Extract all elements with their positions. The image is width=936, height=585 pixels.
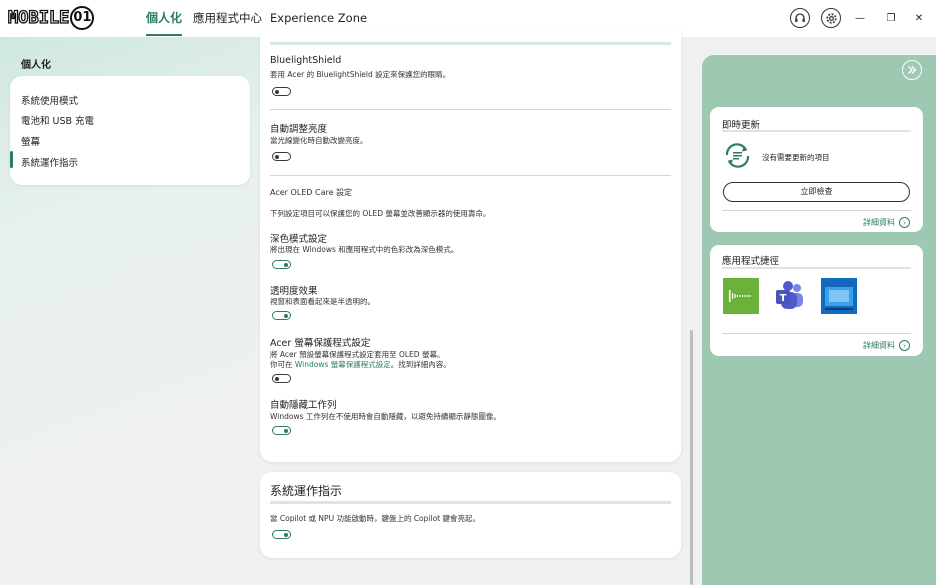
system-indicator-card: 系統運作指示 當 Copilot 或 NPU 功能啟動時，鍵盤上的 Copilo… (260, 472, 681, 558)
setting-desc-transparency: 視窗和表面看起來是半透明的。 (270, 297, 375, 306)
bluelight-toggle[interactable] (272, 87, 291, 96)
sidebar-nav: 系統使用模式 電池和 USB 充電 螢幕 系統運作指示 (9, 76, 250, 185)
sidebar-item-display[interactable]: 螢幕 (21, 134, 40, 148)
card-divider (722, 130, 911, 132)
divider (270, 175, 671, 176)
sidebar-title: 個人化 (21, 60, 51, 71)
setting-desc-auto-brightness: 當光線變化時自動改變亮度。 (270, 136, 368, 145)
screensaver-toggle[interactable] (272, 374, 291, 383)
details-link-label: 詳細資料 (863, 341, 895, 350)
setting-title-bluelight: BluelightShield (270, 55, 342, 66)
settings-card: BluelightShield 套用 Acer 的 BluelightShiel… (260, 30, 681, 462)
chevron-right-icon: › (899, 340, 910, 351)
update-status-text: 沒有需要更新的項目 (762, 153, 830, 162)
setting-desc-bluelight: 套用 Acer 的 BluelightShield 設定來保護您的眼睛。 (270, 70, 451, 79)
tab-personalization[interactable]: 個人化 (146, 0, 183, 37)
chevron-right-icon: › (899, 217, 910, 228)
toggle-knob (284, 262, 288, 267)
card-header-divider (270, 42, 671, 45)
setting-desc-dark-mode: 將出現在 Windows 和應用程式中的色彩改為深色模式。 (270, 245, 459, 254)
toggle-knob (275, 89, 279, 94)
toggle-knob (275, 376, 279, 381)
section-title-system-indicator: 系統運作指示 (270, 484, 343, 498)
setting-desc-screensaver-link-line: 你可在 Windows 螢幕保護程式設定。找到詳細內容。 (270, 359, 451, 370)
collapse-panel-icon[interactable] (902, 60, 922, 80)
update-card: 即時更新 沒有需要更新的項目 立即檢查 詳細資料 › (710, 107, 923, 232)
logo-ring: 01 (70, 6, 95, 30)
setting-title-screensaver: Acer 螢幕保護程式設定 (270, 338, 371, 349)
check-now-button[interactable]: 立即檢查 (723, 182, 910, 202)
scrollbar[interactable] (690, 330, 693, 585)
tab-app-center[interactable]: 應用程式中心 (193, 0, 262, 37)
auto-brightness-toggle[interactable] (272, 152, 291, 161)
details-link-label: 詳細資料 (863, 218, 895, 227)
audio-app-icon[interactable] (723, 278, 759, 314)
card-divider (722, 210, 911, 211)
card-divider (722, 267, 911, 269)
headset-icon[interactable] (790, 8, 810, 28)
update-sync-icon (722, 142, 753, 169)
logo-text: MOBILE (7, 7, 70, 28)
card-divider (722, 333, 911, 334)
screensaver-desc-prefix: 你可在 (270, 360, 293, 369)
autohide-taskbar-toggle[interactable] (272, 426, 291, 435)
shortcuts-card-title: 應用程式捷徑 (722, 256, 780, 267)
toggle-knob (284, 532, 288, 537)
setting-title-dark-mode: 深色模式設定 (270, 234, 328, 245)
update-details-link[interactable]: 詳細資料 › (863, 217, 910, 228)
setting-title-autohide-taskbar: 自動隱藏工作列 (270, 400, 337, 411)
divider (270, 109, 671, 110)
sidebar-item-battery-usb[interactable]: 電池和 USB 充電 (21, 113, 94, 127)
copilot-indicator-toggle[interactable] (272, 530, 291, 539)
setting-desc-copilot: 當 Copilot 或 NPU 功能啟動時，鍵盤上的 Copilot 鍵會亮起。 (270, 514, 480, 523)
close-button[interactable]: ✕ (911, 10, 927, 26)
toggle-knob (284, 428, 288, 433)
oled-section-heading: Acer OLED Care 設定 (270, 188, 353, 197)
window-app-icon[interactable] (821, 278, 857, 314)
screensaver-desc-suffix: 。找到詳細內容。 (390, 360, 451, 369)
setting-title-transparency: 透明度效果 (270, 286, 318, 297)
shortcuts-details-link[interactable]: 詳細資料 › (863, 340, 910, 351)
transparency-toggle[interactable] (272, 311, 291, 320)
teams-icon[interactable]: T (772, 278, 808, 314)
gear-icon[interactable] (821, 8, 841, 28)
svg-text:T: T (780, 293, 787, 304)
toggle-knob (275, 154, 279, 159)
update-card-title: 即時更新 (722, 120, 761, 131)
section-divider (270, 501, 671, 504)
app-logo: MOBILE 01 (7, 5, 144, 31)
setting-title-auto-brightness: 自動調整亮度 (270, 124, 328, 135)
restore-button[interactable]: ❐ (883, 10, 899, 26)
sidebar-item-system-indicator[interactable]: 系統運作指示 (9, 151, 78, 169)
dark-mode-toggle[interactable] (272, 260, 291, 269)
oled-section-intro: 下列設定項目可以保護您的 OLED 螢幕並改善顯示器的使用壽命。 (270, 209, 491, 218)
minimize-button[interactable]: — (852, 10, 868, 26)
right-panel: 即時更新 沒有需要更新的項目 立即檢查 詳細資料 › 應用程式捷徑 T 詳細資料… (702, 55, 936, 585)
screensaver-settings-link[interactable]: Windows 螢幕保護程式設定 (295, 360, 391, 369)
sidebar-item-usage-mode[interactable]: 系統使用模式 (21, 93, 78, 107)
app-shortcuts-card: 應用程式捷徑 T 詳細資料 › (710, 245, 923, 356)
setting-desc-autohide-taskbar: Windows 工作列在不使用時會自動隱藏，以避免持續顯示靜態圖像。 (270, 412, 501, 421)
toggle-knob (284, 313, 288, 318)
